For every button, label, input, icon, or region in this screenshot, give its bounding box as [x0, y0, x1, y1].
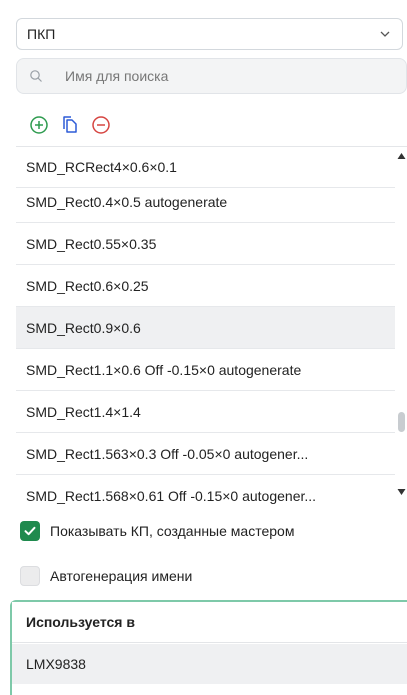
pad-list: SMD_RCRect4×0.6×0.1 SMD_Rect0.4×0.5 auto…: [16, 146, 407, 508]
pad-toolbar: [28, 114, 121, 136]
add-pad-button[interactable]: [28, 114, 50, 136]
checkbox-label: Автогенерация имени: [50, 568, 193, 584]
list-item[interactable]: SMD_Rect0.55×0.35: [16, 223, 395, 265]
checkbox-unchecked[interactable]: [20, 566, 40, 586]
search-icon: [30, 70, 42, 82]
used-in-item[interactable]: LMX9838: [12, 644, 407, 684]
checkbox-checked[interactable]: [20, 521, 40, 541]
list-item-selected[interactable]: SMD_Rect0.9×0.6: [16, 307, 395, 349]
list-item[interactable]: SMD_Rect0.4×0.5 autogenerate: [16, 181, 395, 223]
list-item[interactable]: SMD_Rect1.4×1.4: [16, 391, 395, 433]
chevron-down-icon: [380, 31, 390, 37]
scroll-down-icon[interactable]: [397, 488, 406, 496]
pad-list-scrollbar[interactable]: [395, 148, 407, 508]
copy-icon: [63, 116, 77, 133]
library-select[interactable]: ПКП: [16, 18, 403, 50]
copy-pad-button[interactable]: [59, 114, 81, 136]
checkmark-icon: [24, 526, 36, 536]
scrollbar-thumb[interactable]: [398, 412, 405, 432]
search-box[interactable]: [16, 58, 407, 94]
list-item[interactable]: SMD_Rect1.568×0.61 Off -0.15×0 autogener…: [16, 475, 395, 508]
list-item[interactable]: SMD_Rect1.563×0.3 Off -0.05×0 autogener.…: [16, 433, 395, 475]
remove-pad-button[interactable]: [90, 114, 112, 136]
remove-circle-icon: [92, 116, 110, 134]
library-select-value: ПКП: [27, 26, 56, 42]
show-wizard-pads-checkbox[interactable]: Показывать КП, созданные мастером: [20, 520, 294, 542]
search-input[interactable]: [65, 68, 365, 84]
auto-name-checkbox[interactable]: Автогенерация имени: [20, 565, 192, 587]
used-in-panel: Используется в LMX9838: [10, 600, 407, 695]
list-item[interactable]: SMD_Rect1.1×0.6 Off -0.15×0 autogenerate: [16, 349, 395, 391]
used-in-title: Используется в: [12, 602, 407, 643]
checkbox-label: Показывать КП, созданные мастером: [50, 523, 295, 539]
add-circle-icon: [30, 116, 48, 134]
scroll-up-icon[interactable]: [397, 152, 406, 160]
list-item[interactable]: SMD_Rect0.6×0.25: [16, 265, 395, 307]
